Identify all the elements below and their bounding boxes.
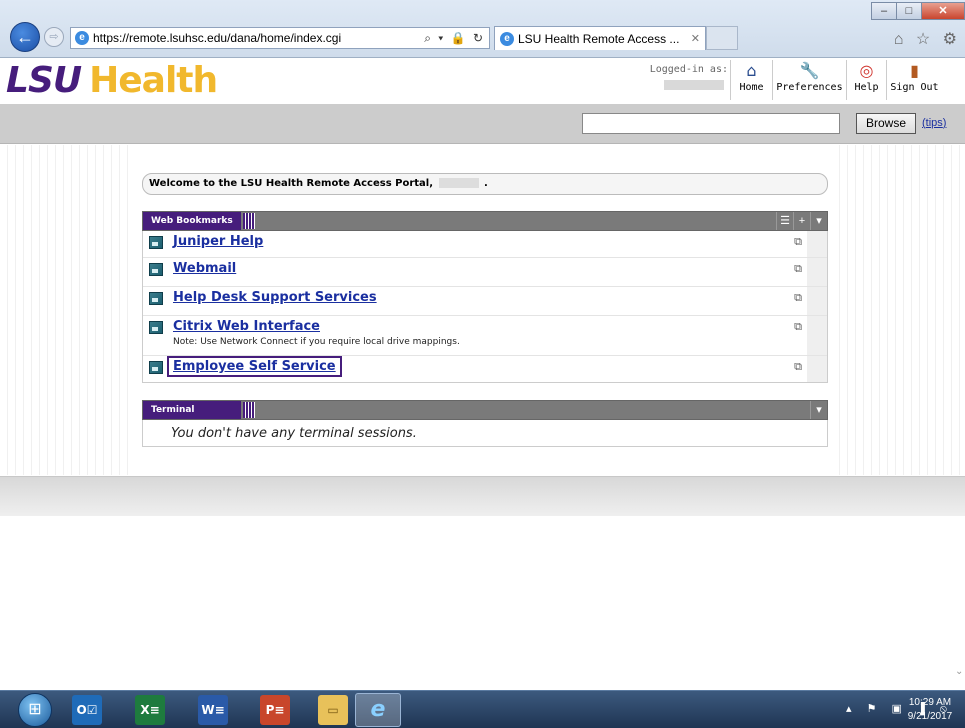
bookmark-link-employee-self-service[interactable]: Employee Self Service: [167, 356, 342, 377]
bookmark-page-icon: [149, 321, 163, 334]
page-footer: [0, 476, 965, 516]
taskbar-clock[interactable]: 10:29 AM 9/21/2017: [900, 696, 960, 724]
file-explorer-taskbar-icon[interactable]: ▭: [318, 695, 348, 725]
nav-preferences-button[interactable]: 🔧 Preferences: [772, 60, 846, 100]
arrow-right-icon: ⇨: [49, 31, 59, 43]
home-favorites-settings-icons[interactable]: ⌂ ☆ ⚙: [894, 29, 961, 49]
door-icon: ▮: [910, 61, 919, 80]
arrow-left-icon: ←: [16, 27, 34, 47]
open-new-window-icon[interactable]: ⧉: [791, 360, 805, 374]
bookmark-link-webmail[interactable]: Webmail: [173, 261, 236, 276]
lsu-health-logo: LSU Health: [6, 60, 218, 102]
browse-button[interactable]: Browse: [856, 113, 916, 134]
browser-chrome: – □ ✕ ← ⇨ e https://remote.lsuhsc.edu/da…: [0, 0, 965, 58]
add-bookmark-icon[interactable]: +: [793, 212, 810, 230]
bookmark-row-gutter: [807, 316, 827, 355]
bookmark-link-help-desk[interactable]: Help Desk Support Services: [173, 290, 377, 305]
bookmark-page-icon: [149, 236, 163, 249]
logo-lsu-text: LSU: [6, 60, 82, 101]
address-tools[interactable]: ⌕ ▾ 🔒 ↻: [424, 31, 485, 46]
wrench-icon: 🔧: [799, 61, 820, 80]
tab-close-icon[interactable]: ✕: [691, 32, 700, 45]
address-url[interactable]: https://remote.lsuhsc.edu/dana/home/inde…: [93, 31, 424, 45]
bookmark-row-gutter: [807, 356, 827, 382]
terminal-menu-icon[interactable]: ▾: [810, 401, 827, 419]
excel-taskbar-icon[interactable]: X≡: [135, 695, 165, 725]
terminal-sessions-empty: You don't have any terminal sessions.: [142, 420, 828, 447]
browse-toolbar: Browse (tips): [0, 104, 965, 144]
welcome-message: Welcome to the LSU Health Remote Access …: [142, 173, 828, 195]
bookmark-row: Webmail ⧉: [143, 258, 827, 287]
browser-tab[interactable]: e LSU Health Remote Access ... ✕: [494, 26, 706, 50]
web-bookmarks-header: Web Bookmarks ☰ + ▾: [142, 211, 828, 231]
nav-home-label: Home: [739, 82, 764, 93]
window-controls: – □ ✕: [871, 2, 965, 20]
tab-favicon-icon: e: [500, 31, 514, 46]
address-bar[interactable]: e https://remote.lsuhsc.edu/dana/home/in…: [70, 27, 490, 49]
bookmark-link-citrix[interactable]: Citrix Web Interface: [173, 319, 320, 334]
word-taskbar-icon[interactable]: W≡: [198, 695, 228, 725]
bookmark-row-gutter: [807, 231, 827, 257]
ie-favicon-icon: e: [75, 31, 89, 45]
logged-in-user-redacted: [664, 80, 724, 90]
nav-signout-button[interactable]: ▮ Sign Out: [886, 60, 942, 100]
nav-help-label: Help: [854, 82, 879, 93]
web-bookmarks-list: Juniper Help ⧉ Webmail ⧉ Help Desk Suppo…: [142, 231, 828, 383]
start-button[interactable]: ⊞: [18, 693, 52, 727]
portal-header: LSU Health Logged-in as: ⌂ Home 🔧 Prefere…: [0, 58, 965, 104]
bookmark-row: Citrix Web Interface Note: Use Network C…: [143, 316, 827, 356]
bookmark-row: Employee Self Service ⧉: [143, 356, 827, 382]
list-view-icon[interactable]: ☰: [776, 212, 793, 230]
open-new-window-icon[interactable]: ⧉: [791, 235, 805, 249]
open-new-window-icon[interactable]: ⧉: [791, 291, 805, 305]
home-icon: ⌂: [746, 61, 757, 80]
browse-url-input[interactable]: [582, 113, 840, 134]
logged-in-label: Logged-in as:: [649, 64, 728, 75]
scroll-down-icon[interactable]: ⌄: [955, 666, 965, 678]
powerpoint-taskbar-icon[interactable]: P≡: [260, 695, 290, 725]
close-window-button[interactable]: ✕: [921, 2, 965, 20]
bookmark-row: Help Desk Support Services ⧉: [143, 287, 827, 316]
nav-signout-label: Sign Out: [890, 82, 939, 93]
bookmark-page-icon: [149, 263, 163, 276]
welcome-text: Welcome to the LSU Health Remote Access …: [149, 178, 434, 189]
clock-time: 10:29 AM: [908, 697, 952, 708]
clock-date: 9/21/2017: [907, 711, 953, 722]
bookmarks-menu-icon[interactable]: ▾: [810, 212, 827, 230]
bookmark-page-icon: [149, 292, 163, 305]
restore-button[interactable]: □: [896, 2, 922, 20]
bookmark-note: Note: Use Network Connect if you require…: [173, 337, 460, 347]
minimize-button[interactable]: –: [871, 2, 897, 20]
terminal-sessions-title: Terminal Sessions: [143, 401, 255, 433]
logo-health-text: Health: [89, 60, 218, 101]
open-new-window-icon[interactable]: ⧉: [791, 262, 805, 276]
nav-home-button[interactable]: ⌂ Home: [730, 60, 772, 100]
nav-help-button[interactable]: ◎ Help: [846, 60, 886, 100]
nav-preferences-label: Preferences: [776, 82, 843, 93]
outlook-taskbar-icon[interactable]: O☑: [72, 695, 102, 725]
tips-link[interactable]: (tips): [922, 117, 946, 129]
tips-close-paren: ): [942, 117, 947, 129]
bookmark-page-icon: [149, 361, 163, 374]
forward-button[interactable]: ⇨: [44, 27, 64, 47]
tips-link-label[interactable]: tips: [926, 117, 943, 129]
internet-explorer-taskbar-icon[interactable]: e: [355, 693, 401, 727]
bookmark-row-gutter: [807, 287, 827, 315]
welcome-user-redacted: [438, 178, 479, 188]
welcome-period: .: [483, 178, 488, 189]
terminal-sessions-header: Terminal Sessions ▾: [142, 400, 828, 433]
new-tab-button[interactable]: [706, 26, 738, 50]
back-button[interactable]: ←: [10, 22, 40, 52]
bookmark-row: Juniper Help ⧉: [143, 231, 827, 258]
open-new-window-icon[interactable]: ⧉: [791, 320, 805, 334]
windows-taskbar: ⊞ O☑ X≡ W≡ P≡ ▭ e ▴ ⚑ ▣ ▐ ⦸ 10:29 AM 9/2…: [0, 690, 965, 728]
tab-title: LSU Health Remote Access ...: [518, 31, 680, 46]
web-bookmarks-tools: ☰ + ▾: [776, 212, 827, 230]
web-bookmarks-title: Web Bookmarks: [143, 212, 255, 230]
bookmark-row-gutter: [807, 258, 827, 286]
bookmark-link-juniper-help[interactable]: Juniper Help: [173, 234, 263, 249]
windows-logo-icon: ⊞: [28, 701, 42, 718]
terminal-sessions-tools: ▾: [810, 401, 827, 419]
lifebuoy-icon: ◎: [859, 61, 874, 80]
